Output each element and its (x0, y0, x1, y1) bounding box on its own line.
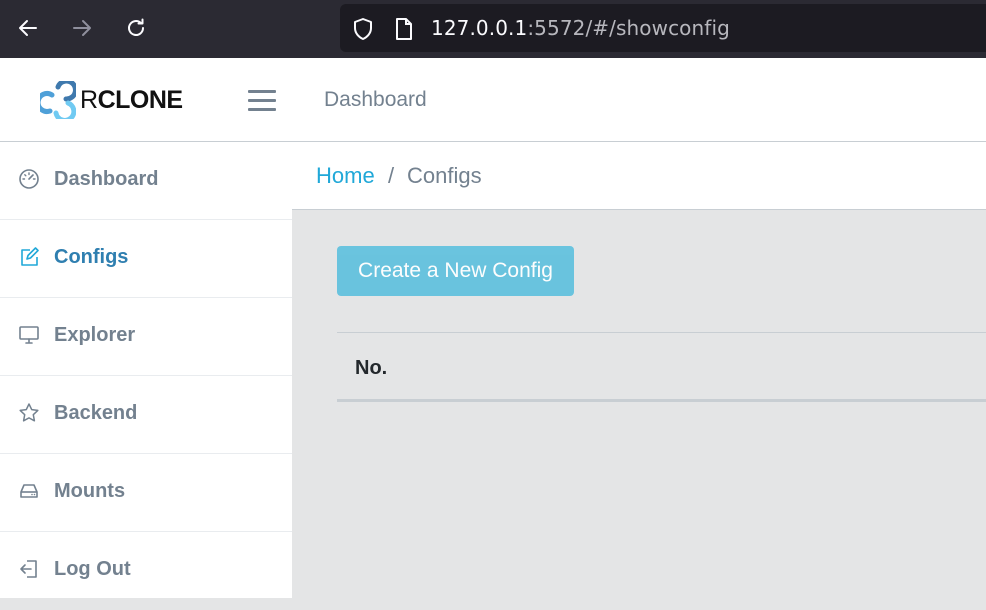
url-path: :5572/#/showconfig (527, 16, 730, 40)
reload-button[interactable] (118, 10, 154, 46)
speedometer-icon (19, 169, 39, 189)
main-content: Create a New Config No. (292, 210, 986, 598)
breadcrumb: Home / Configs (292, 142, 986, 210)
sidebar-item-label: Dashboard (54, 168, 159, 190)
forward-button[interactable] (64, 10, 100, 46)
hamburger-icon (248, 90, 276, 93)
monitor-icon (19, 326, 39, 344)
sidebar: Dashboard Configs Explorer Backend Mount… (0, 142, 292, 598)
sidebar-item-label: Explorer (54, 324, 136, 346)
star-icon (19, 403, 39, 422)
browser-toolbar: 127.0.0.1:5572/#/showconfig (0, 0, 986, 58)
column-header-no[interactable]: No. (355, 357, 387, 380)
app-header: RCLONE Dashboard (0, 58, 986, 142)
sidebar-item-logout[interactable]: Log Out (0, 532, 292, 610)
url-host: 127.0.0.1 (431, 16, 528, 40)
header-dashboard-link[interactable]: Dashboard (324, 88, 427, 112)
url-text: 127.0.0.1:5572/#/showconfig (431, 16, 730, 40)
sidebar-item-label: Log Out (54, 558, 131, 580)
rclone-logo-icon (40, 81, 76, 119)
sidebar-item-label: Configs (54, 246, 129, 268)
breadcrumb-current: Configs (407, 163, 482, 188)
hard-drive-icon (20, 484, 38, 498)
brand-name: RCLONE (80, 85, 183, 114)
breadcrumb-separator: / (388, 163, 395, 188)
logout-icon (20, 560, 37, 578)
back-button[interactable] (10, 10, 46, 46)
rclone-logo[interactable]: RCLONE (40, 80, 183, 120)
shield-icon[interactable] (352, 17, 374, 41)
sidebar-item-label: Backend (54, 402, 138, 424)
arrow-left-icon (19, 20, 37, 36)
sidebar-item-backend[interactable]: Backend (0, 376, 292, 454)
sidebar-item-dashboard[interactable]: Dashboard (0, 142, 292, 220)
configs-table-header: No. (337, 332, 986, 402)
address-bar[interactable]: 127.0.0.1:5572/#/showconfig (340, 4, 986, 52)
breadcrumb-home-link[interactable]: Home (316, 163, 375, 189)
pencil-square-icon (21, 247, 39, 266)
sidebar-item-mounts[interactable]: Mounts (0, 454, 292, 532)
arrow-right-icon (73, 20, 91, 36)
sidebar-toggle-button[interactable] (246, 86, 278, 114)
sidebar-item-configs[interactable]: Configs (0, 220, 292, 298)
reload-icon (128, 18, 144, 36)
sidebar-item-label: Mounts (54, 480, 126, 502)
page-icon (396, 18, 412, 40)
sidebar-item-explorer[interactable]: Explorer (0, 298, 292, 376)
create-new-config-button[interactable]: Create a New Config (337, 246, 574, 296)
